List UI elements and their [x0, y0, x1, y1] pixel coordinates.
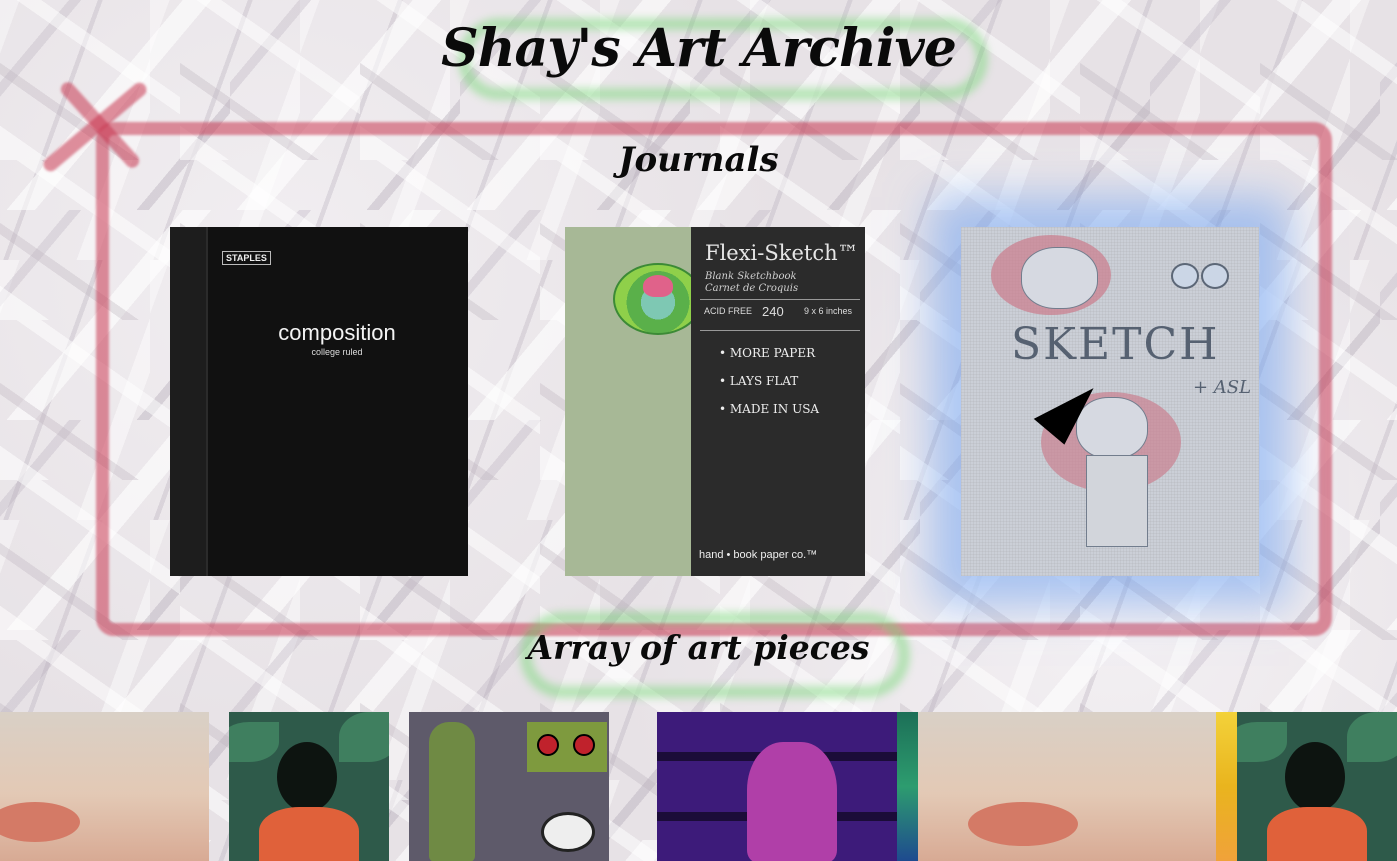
site-title: Shay's Art Archive [441, 18, 957, 79]
art-array-heading: Array of art pieces [527, 628, 870, 667]
cover-title: Flexi-Sketch™ [705, 241, 859, 265]
selection-glow [961, 227, 1259, 576]
notebook-spine [170, 227, 208, 576]
cover-subtitle: college ruled [311, 347, 363, 357]
journal-flexi-sketch[interactable]: Flexi-Sketch™ Blank Sketchbook Carnet de… [565, 227, 865, 576]
cover-bullets: • MORE PAPER • LAYS FLAT • MADE IN USA [719, 339, 819, 423]
bullet-item: • MADE IN USA [719, 402, 820, 416]
pokemon-sticker [613, 263, 703, 335]
cover-brand: STAPLES [222, 251, 271, 265]
leaf-shape [339, 712, 389, 762]
cover-subtitle-line: Blank Sketchbook [705, 271, 797, 282]
cover-brandline: hand • book paper co.™ [699, 549, 818, 561]
cover-title: composition [278, 320, 396, 345]
figure-head [1285, 742, 1345, 812]
spec-acid: ACID FREE [704, 306, 753, 316]
art-piece-yellow[interactable] [1216, 712, 1237, 861]
journal-sketch-asl[interactable]: SKETCH + ASL [961, 227, 1259, 576]
art-piece-lips[interactable] [0, 712, 209, 861]
journals-heading: Journals [618, 140, 779, 180]
figure-body [259, 807, 359, 861]
leaf-shape [1347, 712, 1397, 762]
journal-composition[interactable]: STAPLES composition college ruled [170, 227, 468, 576]
leaf-shape [1237, 722, 1287, 762]
figure-body [1267, 807, 1367, 861]
art-piece-faceless-figure[interactable] [229, 712, 389, 861]
character-figure [429, 722, 475, 861]
bullet-item: • LAYS FLAT [719, 374, 799, 388]
cover-subtitle-line: Carnet de Croquis [705, 283, 799, 294]
character-eye [573, 734, 595, 756]
figure-head [277, 742, 337, 812]
art-piece-character-sheet[interactable] [409, 712, 609, 861]
art-piece-faceless-figure-2[interactable] [1237, 712, 1397, 861]
leaf-shape [229, 722, 279, 762]
window-figure [747, 742, 837, 861]
lips-shape [0, 802, 80, 842]
art-piece-lips-2[interactable] [918, 712, 1216, 861]
badger-drawing [541, 812, 595, 852]
character-eye [537, 734, 559, 756]
lips-shape [968, 802, 1078, 846]
art-piece-purple-window[interactable] [657, 712, 897, 861]
art-piece-teal[interactable] [897, 712, 918, 861]
spec-sheets: 240 [762, 304, 784, 319]
spec-size: 9 x 6 inches [804, 306, 853, 316]
bullet-item: • MORE PAPER [719, 346, 816, 360]
cover-specs: ACID FREE 240 9 x 6 inches [700, 299, 860, 331]
cover-subtitle: Blank Sketchbook Carnet de Croquis [705, 271, 798, 295]
